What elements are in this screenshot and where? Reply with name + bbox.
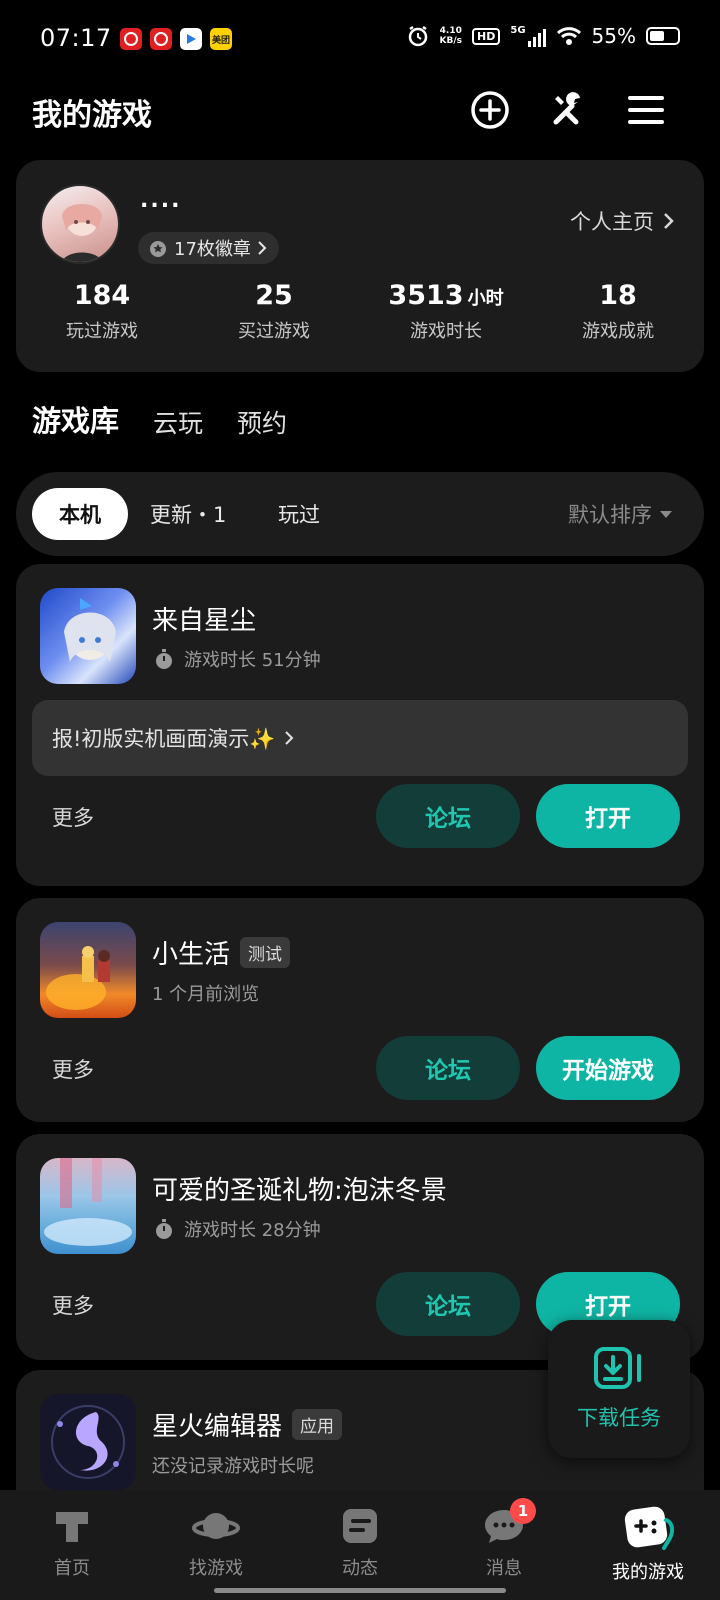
- game-playtime-empty: 还没记录游戏时长呢: [152, 1456, 314, 1477]
- stopwatch-icon: [156, 649, 172, 669]
- nav-home[interactable]: 首页: [0, 1490, 144, 1600]
- news-text: 报!初版实机画面演示✨: [52, 727, 276, 751]
- tab-game-library[interactable]: 游戏库: [29, 398, 124, 442]
- bottom-nav: 首页 找游戏 动态 消息 1 我的游戏: [0, 1490, 720, 1600]
- battery-percent: 55%: [591, 24, 636, 48]
- game-playtime: 游戏时长 51分钟: [152, 646, 321, 672]
- game-title-row: 小生活 测试: [152, 934, 291, 971]
- library-tabs: 游戏库 云玩 预约: [29, 398, 287, 442]
- netease-music-icon: [120, 28, 142, 50]
- app-tag: 应用: [292, 1409, 343, 1440]
- nav-messages[interactable]: 消息 1: [432, 1490, 576, 1600]
- meituan-icon: 美团: [210, 28, 232, 50]
- profile-stats: 184 玩过游戏 25 买过游戏 3513 小时 游戏时长 18 游戏成就: [16, 280, 704, 343]
- game-news-banner[interactable]: 报!初版实机画面演示✨: [32, 700, 688, 776]
- open-game-button[interactable]: 打开: [536, 784, 680, 848]
- netease-music-icon: [150, 28, 172, 50]
- status-right: 4.10 KB/s HD 5G 55%: [406, 24, 680, 48]
- more-button[interactable]: 更多: [52, 802, 94, 832]
- avatar[interactable]: [40, 184, 120, 264]
- game-title-row: 星火编辑器 应用: [152, 1406, 343, 1443]
- sort-dropdown[interactable]: 默认排序: [568, 488, 672, 540]
- game-last-viewed: 1 个月前浏览: [152, 984, 260, 1005]
- add-button[interactable]: [468, 88, 512, 132]
- profile-card: .... 17枚徽章 个人主页 184 玩过游戏 25 买过游戏 3513 小时 …: [16, 160, 704, 372]
- wifi-icon: [556, 27, 581, 45]
- nav-my-games[interactable]: 我的游戏: [576, 1490, 720, 1600]
- net-speed: 4.10 KB/s: [439, 26, 463, 46]
- hd-badge: HD: [472, 27, 501, 45]
- nav-discover[interactable]: 找游戏: [144, 1490, 288, 1600]
- game-icon[interactable]: [40, 1394, 136, 1490]
- gamepad-icon: [624, 1506, 674, 1550]
- page-title: 我的游戏: [32, 98, 152, 133]
- filter-bar: 本机 更新・1 玩过 默认排序: [16, 472, 704, 556]
- game-icon[interactable]: [40, 922, 136, 1018]
- filter-chip-played[interactable]: 玩过: [278, 488, 320, 540]
- filter-chip-updates[interactable]: 更新・1: [150, 488, 226, 540]
- game-title-row: 来自星尘: [152, 600, 256, 637]
- battery-icon: [646, 27, 680, 45]
- medal-icon: [150, 241, 166, 257]
- menu-icon: [628, 96, 664, 124]
- stat-playtime[interactable]: 3513 小时 游戏时长: [360, 280, 532, 343]
- stat-achievements[interactable]: 18 游戏成就: [532, 280, 704, 343]
- badges-label: 17枚徽章: [174, 239, 251, 260]
- unread-badge: 1: [510, 1498, 536, 1524]
- game-title-row: 可爱的圣诞礼物:泡沫冬景: [152, 1170, 447, 1207]
- filter-chip-local[interactable]: 本机: [32, 488, 128, 540]
- nav-feed[interactable]: 动态: [288, 1490, 432, 1600]
- more-button[interactable]: 更多: [52, 1054, 94, 1084]
- game-card: 小生活 测试 1 个月前浏览 更多 论坛 开始游戏: [16, 898, 704, 1122]
- alarm-icon: [408, 25, 427, 47]
- sort-label: 默认排序: [568, 503, 652, 527]
- home-indicator[interactable]: [214, 1588, 506, 1593]
- app-header: 我的游戏: [0, 80, 720, 164]
- notification-icons: 美团: [120, 28, 232, 50]
- signal-icon: 5G: [510, 25, 546, 47]
- video-app-icon: [180, 28, 202, 50]
- tools-icon: [553, 92, 580, 125]
- add-circle-icon: [471, 91, 509, 129]
- forum-button[interactable]: 论坛: [376, 1036, 520, 1100]
- test-tag: 测试: [240, 937, 291, 968]
- tools-button[interactable]: [546, 88, 590, 132]
- taptap-home-icon: [56, 1512, 88, 1542]
- chevron-right-icon: [664, 213, 674, 229]
- caret-down-icon: [660, 510, 672, 518]
- stat-bought[interactable]: 25 买过游戏: [188, 280, 360, 343]
- download-task-label: 下载任务: [577, 1406, 661, 1430]
- feed-icon: [343, 1509, 377, 1543]
- menu-button[interactable]: [624, 88, 668, 132]
- start-game-button[interactable]: 开始游戏: [536, 1036, 680, 1100]
- stat-played[interactable]: 184 玩过游戏: [16, 280, 188, 343]
- planet-icon: [192, 1513, 240, 1539]
- game-icon[interactable]: [40, 1158, 136, 1254]
- chevron-right-icon: [284, 731, 293, 745]
- game-title: 小生活: [152, 940, 231, 970]
- profile-home-label: 个人主页: [570, 210, 654, 234]
- tab-cloud-play[interactable]: 云玩: [153, 404, 203, 440]
- badges-button[interactable]: 17枚徽章: [138, 232, 279, 264]
- chevron-right-icon: [258, 241, 267, 255]
- status-bar: 07:17 美团 4.10 KB/s HD 5G 55%: [0, 0, 720, 80]
- tab-reservations[interactable]: 预约: [237, 404, 287, 440]
- game-title: 来自星尘: [152, 606, 257, 636]
- download-icon: [594, 1347, 641, 1389]
- download-task-button[interactable]: 下载任务: [548, 1320, 690, 1458]
- username: ....: [140, 188, 182, 213]
- more-button[interactable]: 更多: [52, 1290, 94, 1320]
- profile-home-link[interactable]: 个人主页: [570, 206, 674, 236]
- game-title: 可爱的圣诞礼物:泡沫冬景: [152, 1176, 447, 1206]
- game-title: 星火编辑器: [152, 1412, 283, 1442]
- forum-button[interactable]: 论坛: [376, 1272, 520, 1336]
- game-playtime: 游戏时长 28分钟: [152, 1216, 321, 1242]
- game-icon[interactable]: [40, 588, 136, 684]
- status-time: 07:17: [40, 24, 112, 52]
- forum-button[interactable]: 论坛: [376, 784, 520, 848]
- game-card: 来自星尘 游戏时长 51分钟 报!初版实机画面演示✨ 更多 论坛 打开: [16, 564, 704, 886]
- stopwatch-icon: [156, 1219, 172, 1239]
